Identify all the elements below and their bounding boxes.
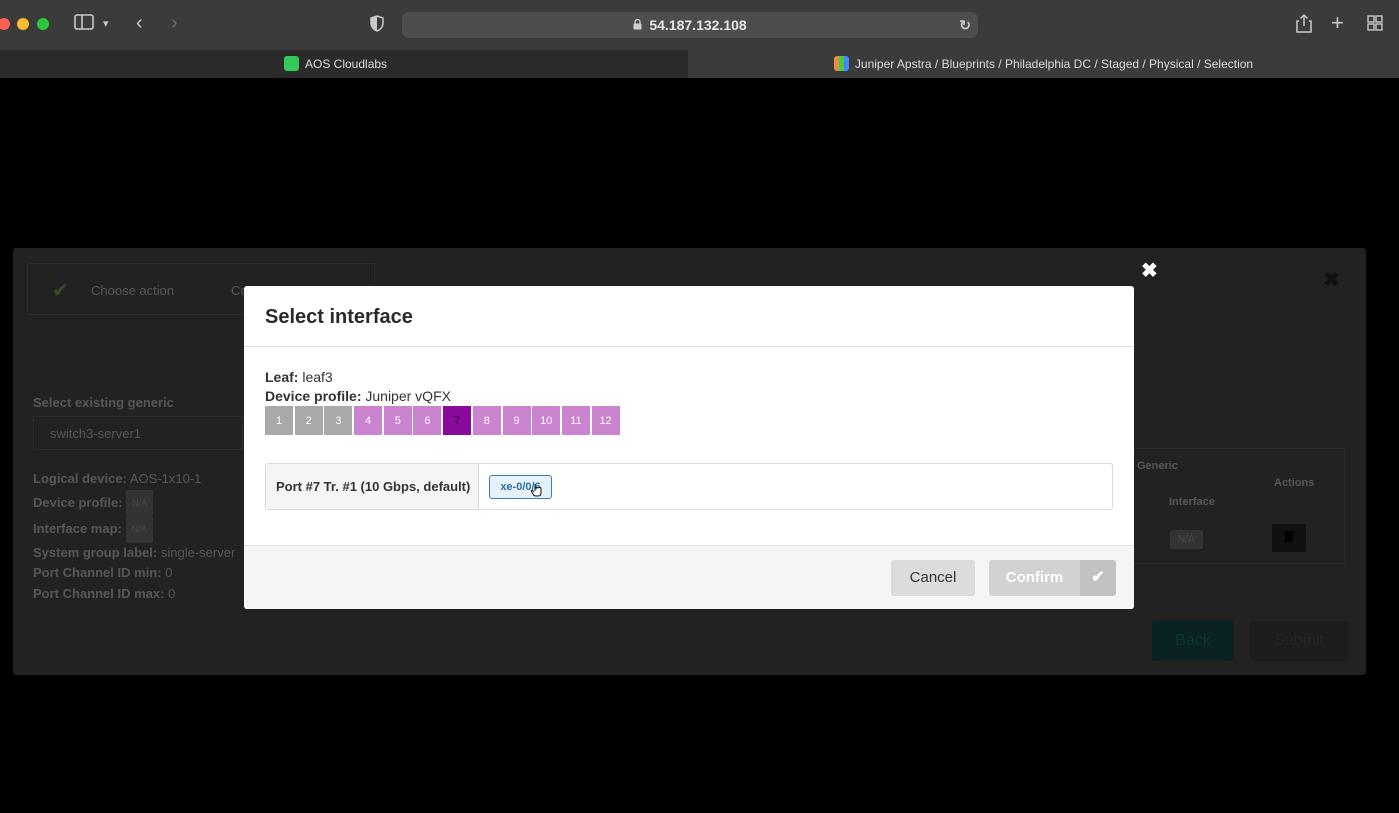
dialog-title: Select interface: [265, 306, 413, 328]
tab-bar: AOS Cloudlabs Juniper Apstra / Blueprint…: [0, 50, 1399, 78]
trash-icon[interactable]: [1272, 524, 1306, 552]
interface-cell: N/A: [1170, 530, 1203, 549]
close-window-button[interactable]: [0, 18, 10, 30]
port-6-button[interactable]: 6: [413, 406, 442, 435]
device-profile-info: Device profile: Juniper vQFX: [265, 387, 1113, 406]
device-profile-value: Juniper vQFX: [365, 388, 451, 404]
select-generic-field[interactable]: switch3-server1: [33, 416, 243, 450]
back-button[interactable]: Back: [1152, 621, 1234, 661]
checkmark-icon: ✔: [52, 280, 69, 302]
address-bar[interactable]: 54.187.132.108 ↻: [402, 12, 978, 38]
chevron-down-icon[interactable]: ▾: [103, 14, 109, 34]
dialog-body: Leaf: leaf3 Device profile: Juniper vQFX…: [265, 368, 1113, 435]
system-group-value: single-server: [160, 544, 236, 560]
port-9-button[interactable]: 9: [502, 406, 531, 435]
tab-overview-icon[interactable]: [1367, 15, 1383, 37]
port-selector: 1 2 3 4 5 6 7 8 9 10 11 12: [265, 406, 1113, 435]
port-11-button[interactable]: 11: [561, 406, 590, 435]
apstra-logo-icon: [833, 56, 849, 71]
col-generic: Generic: [1137, 460, 1178, 472]
interface-map-value: N/A: [125, 516, 153, 543]
tab-aos-cloudlabs[interactable]: AOS Cloudlabs: [284, 50, 387, 78]
pc-max-value: 0: [168, 585, 176, 601]
modal-close-icon[interactable]: ✖: [1141, 261, 1158, 281]
dialog-footer: Cancel Confirm ✔: [244, 545, 1134, 609]
hand-cursor-icon: [530, 483, 543, 501]
leaf-value: leaf3: [302, 369, 333, 385]
port-3-button[interactable]: 3: [324, 406, 353, 435]
port-1-button[interactable]: 1: [265, 406, 293, 435]
port-5-button[interactable]: 5: [383, 406, 412, 435]
pc-min-value: 0: [165, 565, 173, 580]
port-8-button[interactable]: 8: [472, 406, 501, 435]
tab-label: AOS Cloudlabs: [305, 57, 388, 71]
maximize-window-button[interactable]: [37, 18, 49, 30]
check-icon: ✔: [1080, 560, 1116, 596]
step-choose-action: Choose action: [91, 283, 175, 298]
forward-arrow-icon[interactable]: ›: [171, 13, 178, 33]
links-table: Generic Interface Actions N/A: [1133, 448, 1345, 564]
port-2-button[interactable]: 2: [294, 406, 323, 435]
tab-label: Juniper Apstra / Blueprints / Philadelph…: [854, 57, 1254, 71]
port-row-label: Port #7 Tr. #1 (10 Gbps, default): [266, 464, 479, 509]
cloud-icon: [284, 56, 299, 71]
cancel-button[interactable]: Cancel: [891, 560, 975, 596]
confirm-label: Confirm: [1005, 569, 1064, 586]
device-profile-label: Device profile:: [265, 388, 362, 404]
device-profile-value: N/A: [126, 489, 154, 516]
pc-max-label: Port Channel ID max:: [33, 585, 165, 601]
select-interface-dialog: Select interface Leaf: leaf3 Device prof…: [244, 286, 1134, 609]
port-4-button[interactable]: 4: [354, 406, 383, 435]
leaf-info: Leaf: leaf3: [265, 368, 1113, 387]
logical-device-value: AOS-1x10-1: [129, 471, 202, 486]
tab-juniper-apstra[interactable]: Juniper Apstra / Blueprints / Philadelph…: [688, 50, 1399, 78]
submit-button[interactable]: Submit: [1250, 621, 1348, 661]
lock-icon: [633, 18, 645, 33]
back-arrow-icon[interactable]: ‹: [136, 13, 143, 33]
generic-properties: Logical device: AOS-1x10-1 Device profil…: [33, 469, 235, 604]
new-tab-icon[interactable]: +: [1331, 12, 1344, 34]
sidebar-icon[interactable]: [74, 14, 94, 36]
device-profile-label: Device profile:: [33, 494, 123, 510]
address-text: 54.187.132.108: [649, 17, 747, 33]
share-icon[interactable]: [1296, 13, 1312, 39]
select-generic-value: switch3-server1: [50, 426, 142, 441]
minimize-window-button[interactable]: [17, 18, 29, 30]
dialog-header: Select interface: [244, 286, 1134, 347]
col-actions: Actions: [1274, 477, 1315, 489]
logical-device-label: Logical device:: [33, 471, 127, 486]
pc-min-label: Port Channel ID min:: [33, 565, 162, 580]
reload-icon[interactable]: ↻: [959, 12, 971, 38]
leaf-label: Leaf:: [265, 369, 299, 385]
system-group-label: System group label:: [33, 544, 158, 560]
confirm-button[interactable]: Confirm ✔: [989, 560, 1116, 596]
port-12-button[interactable]: 12: [591, 406, 620, 435]
browser-toolbar: ▾ ‹ › 54.187.132.108 ↻ +: [0, 0, 1399, 50]
background-close-icon[interactable]: ✖: [1323, 270, 1340, 290]
shield-icon[interactable]: [370, 15, 384, 38]
port-row: Port #7 Tr. #1 (10 Gbps, default) xe-0/0…: [265, 463, 1113, 510]
col-interface: Interface: [1169, 496, 1215, 508]
port-10-button[interactable]: 10: [532, 406, 561, 435]
interface-map-label: Interface map:: [33, 521, 122, 536]
port-7-button[interactable]: 7: [443, 406, 472, 435]
select-generic-label: Select existing generic: [33, 395, 174, 410]
